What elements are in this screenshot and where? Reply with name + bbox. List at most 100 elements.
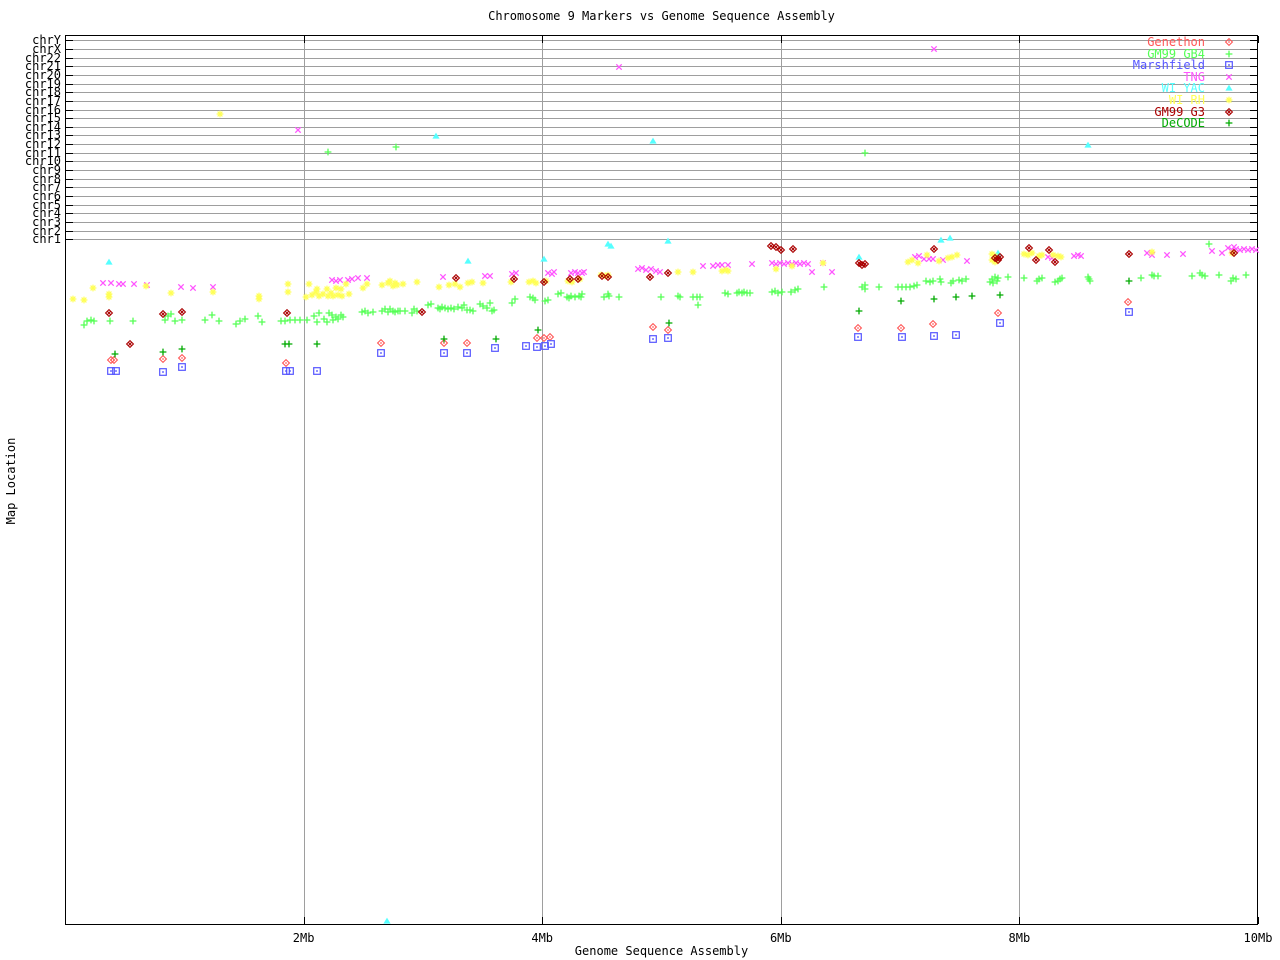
x-tick-label: 4Mb [531, 931, 554, 945]
y-tick-mark-right [1250, 170, 1257, 172]
legend-glyph-svg [1225, 73, 1233, 80]
y-tick-mark-left [66, 178, 73, 180]
x-tick-label: 6Mb [769, 931, 792, 945]
legend-glyph-svg [1225, 61, 1233, 70]
y-tick-mark-right [1250, 83, 1257, 85]
y-tick-mark-right [1250, 152, 1257, 154]
legend-glyph-svg [1224, 107, 1234, 116]
gridline-chromosome [66, 170, 1257, 172]
x-tick-mark-bottom [1258, 917, 1259, 924]
gridline-mb [303, 36, 305, 924]
x-tick-mark-top [1258, 36, 1259, 43]
y-tick-mark-right [1250, 161, 1257, 163]
x-axis-title: Genome Sequence Assembly [574, 944, 749, 958]
y-tick-mark-left [66, 109, 73, 111]
y-tick-mark-right [1250, 74, 1257, 76]
gridline-chromosome [66, 152, 1257, 154]
x-tick-mark-top [542, 36, 544, 43]
x-tick-mark-top [303, 36, 305, 43]
gridline-chromosome [66, 178, 1257, 180]
x-tick-mark-bottom [780, 917, 782, 924]
y-tick-mark-right [1250, 100, 1257, 102]
gridline-chromosome [66, 196, 1257, 198]
legend-label: DeCODE [1161, 116, 1205, 131]
y-tick-mark-right [1250, 221, 1257, 223]
y-tick-mark-right [1250, 92, 1257, 94]
y-tick-mark-left [66, 144, 73, 146]
gridline-chromosome [66, 144, 1257, 146]
y-tick-mark-right [1250, 144, 1257, 146]
gridline-chromosome [66, 230, 1257, 232]
legend-label: Marshfield [1132, 58, 1205, 73]
legend-marker-icon [1221, 82, 1237, 94]
data-point [1225, 73, 1233, 80]
y-tick-mark-right [1250, 187, 1257, 189]
y-tick-mark-right [1250, 118, 1257, 120]
y-tick-mark-right [1250, 196, 1257, 198]
y-tick-mark-left [66, 118, 73, 120]
x-tick-mark-top [1019, 36, 1021, 43]
data-point [1227, 109, 1231, 114]
gridline-chromosome [66, 187, 1257, 189]
y-tick-mark-left [66, 152, 73, 154]
y-tick-mark-right [1250, 204, 1257, 206]
y-tick-mark-left [66, 126, 73, 128]
x-tick-label: 2Mb [292, 931, 315, 945]
legend-glyph-svg [1225, 84, 1233, 91]
chart-canvas: Chromosome 9 Markers vs Genome Sequence … [0, 0, 1280, 960]
y-tick-mark-right [1250, 66, 1257, 68]
gridline-mb [542, 36, 544, 924]
x-tick-label: 10Mb [1243, 931, 1273, 945]
y-tick-mark-right [1250, 213, 1257, 215]
y-tick-mark-left [66, 83, 73, 85]
y-tick-mark-left [66, 57, 73, 59]
chart-title: Chromosome 9 Markers vs Genome Sequence … [488, 9, 835, 23]
y-tick-mark-left [66, 221, 73, 223]
x-tick-label: 8Mb [1008, 931, 1031, 945]
y-tick-mark-right [1250, 230, 1257, 232]
y-tick-mark-right [1250, 126, 1257, 128]
y-tick-mark-right [1250, 239, 1257, 241]
y-tick-mark-right [1250, 40, 1257, 42]
gridline-mb [780, 36, 782, 924]
legend-glyph-svg [1225, 119, 1233, 127]
gridline-chromosome [66, 221, 1257, 223]
x-tick-mark-bottom [1019, 917, 1021, 924]
y-axis-title: Map Location [4, 437, 18, 525]
legend-marker-icon [1221, 94, 1237, 106]
y-tick-mark-left [66, 230, 73, 232]
y-tick-mark-right [1250, 135, 1257, 137]
plot-area [65, 35, 1258, 925]
gridline-chromosome [66, 239, 1257, 241]
legend-marker-icon [1221, 117, 1237, 129]
y-tick-mark-right [1250, 57, 1257, 59]
y-tick-mark-left [66, 204, 73, 206]
data-point [1225, 50, 1233, 57]
y-tick-mark-left [66, 239, 73, 241]
y-tick-mark-left [66, 66, 73, 68]
x-tick-mark-top [780, 36, 782, 43]
y-tick-mark-left [66, 74, 73, 76]
y-tick-mark-left [66, 40, 73, 42]
data-point [1225, 96, 1233, 104]
data-point [1225, 119, 1233, 127]
x-tick-mark-bottom [303, 917, 305, 924]
legend-glyph-svg [1224, 37, 1234, 47]
gridline-chromosome [66, 161, 1257, 163]
y-tick-mark-left [66, 92, 73, 94]
gridline-chromosome [66, 204, 1257, 206]
y-tick-mark-right [1250, 178, 1257, 180]
data-point [1225, 84, 1233, 91]
y-tick-label: chr1 [32, 232, 61, 247]
legend-marker-icon [1221, 36, 1237, 48]
x-tick-mark-bottom [542, 917, 544, 924]
y-tick-mark-left [66, 161, 73, 163]
y-tick-mark-left [66, 135, 73, 137]
y-tick-mark-right [1250, 109, 1257, 111]
legend-glyph-svg [1225, 96, 1233, 104]
legend-marker-icon [1221, 48, 1237, 60]
y-tick-mark-left [66, 187, 73, 189]
y-tick-mark-left [66, 100, 73, 102]
legend-marker-icon [1221, 59, 1237, 71]
y-tick-mark-left [66, 213, 73, 215]
